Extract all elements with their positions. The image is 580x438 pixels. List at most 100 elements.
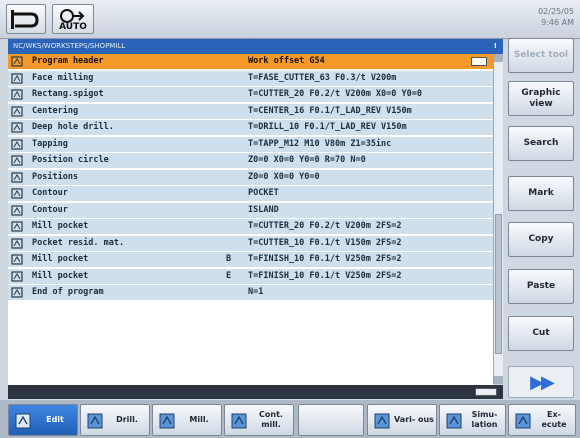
positions-icon — [11, 171, 23, 183]
scroll-up-arrow[interactable] — [494, 54, 503, 62]
step-view-icon[interactable] — [471, 57, 487, 66]
step-name: Position circle — [32, 155, 109, 165]
program-step-row[interactable]: Tapping T=TAPP_M12 M10 V80m Z1=35inc — [8, 136, 493, 153]
program-step-row[interactable]: Contour POCKET — [8, 186, 493, 202]
softkey-label: Select tool — [513, 50, 569, 60]
end-program-icon — [11, 287, 23, 298]
step-name: Program header — [32, 56, 104, 66]
step-name: Contour — [32, 204, 68, 215]
step-name: Rectang.spigot — [32, 89, 104, 99]
softkey-label: Edit — [46, 415, 64, 424]
softkey-drill[interactable]: Drill. — [80, 404, 150, 436]
softkey-label — [325, 405, 361, 435]
step-name: Tapping — [32, 138, 68, 149]
softkey-label: Copy — [528, 234, 554, 244]
softkey-label: Cont. mill. — [259, 410, 283, 429]
simulation-icon — [446, 413, 462, 429]
softkey-search[interactable]: Search — [508, 126, 574, 161]
softkey-label: Cut — [532, 328, 550, 338]
mill-icon — [159, 413, 175, 429]
mill-pocket-icon — [11, 270, 23, 282]
horizontal-status-bar — [8, 385, 503, 399]
softkey-edit[interactable]: Edit — [8, 404, 78, 436]
step-parameters: T=FINISH_10 F0.1/t V250m 2FS=2 — [248, 270, 402, 281]
step-parameters: T=TAPP_M12 M10 V80m Z1=35inc — [248, 138, 392, 149]
auto-mode-button[interactable]: AUTO — [52, 4, 94, 34]
step-parameters: Z0=0 X0=0 Y0=0 R=70 N=0 — [248, 155, 366, 165]
clock-date: 02/25/05 — [538, 7, 574, 16]
softkey-cont-mill[interactable]: Cont. mill. — [224, 404, 294, 436]
program-step-row[interactable]: End of program N=1 — [8, 285, 493, 301]
step-parameters: T=CUTTER_20 F0.2/t V200m 2FS=2 — [248, 221, 402, 231]
softkey-label: Graphic view — [521, 87, 561, 109]
auto-mode-label: AUTO — [59, 22, 87, 32]
step-name: Deep hole drill. — [32, 122, 114, 132]
program-step-row[interactable]: Program header Work offset G54 — [8, 54, 493, 70]
double-arrow-right-icon: ▶▶ — [530, 371, 555, 393]
step-parameters: T=DRILL_10 F0.1/T_LAD_REV V150m — [248, 122, 407, 132]
contour-icon — [11, 188, 23, 199]
program-step-row[interactable]: Rectang.spigot T=CUTTER_20 F0.2/t V200m X… — [8, 87, 493, 103]
softkey-label: Mill. — [189, 415, 209, 424]
step-name: Mill pocket — [32, 270, 89, 281]
scroll-down-arrow[interactable] — [494, 376, 503, 384]
mini-window-icon[interactable] — [475, 388, 497, 396]
step-parameters: T=FASE_CUTTER_63 F0.3/t V200m — [248, 72, 397, 83]
softkey-graphic-view[interactable]: Graphic view — [508, 81, 574, 116]
mill-pocket-icon — [11, 221, 23, 232]
program-step-row[interactable]: Positions Z0=0 X0=0 Y0=0 — [8, 169, 493, 186]
step-name: Pocket resid. mat. — [32, 237, 125, 248]
softkey-simu-lation[interactable]: Simu- lation — [439, 404, 506, 436]
edit-icon — [15, 413, 31, 429]
softkey-select-tool[interactable]: Select tool — [508, 38, 574, 73]
clock: 02/25/05 9:46 AM — [538, 6, 574, 28]
step-parameters: ISLAND — [248, 204, 279, 215]
program-step-row[interactable]: Mill pocket B T=FINISH_10 F0.1/t V250m 2FS… — [8, 252, 493, 268]
back-button[interactable] — [6, 4, 46, 34]
position-circle-icon — [11, 155, 23, 166]
step-parameters: Z0=0 X0=0 Y0=0 — [248, 171, 320, 182]
program-step-row[interactable]: Pocket resid. mat. T=CUTTER_10 F0.1/t V15… — [8, 235, 493, 252]
program-step-row[interactable]: Contour ISLAND — [8, 202, 493, 219]
step-parameters: T=CENTER_16 F0.1/T_LAD_REV V150m — [248, 105, 412, 116]
step-parameters: N=1 — [248, 287, 264, 297]
program-step-row[interactable]: Centering T=CENTER_16 F0.1/T_LAD_REV V150… — [8, 103, 493, 120]
vertical-scrollbar[interactable] — [493, 54, 503, 384]
program-step-row[interactable]: Deep hole drill. T=DRILL_10 F0.1/T_LAD_RE… — [8, 120, 493, 136]
alert-indicator: ! — [493, 42, 497, 50]
step-name: Mill pocket — [32, 254, 89, 264]
step-parameters: T=CUTTER_10 F0.1/t V150m 2FS=2 — [248, 237, 402, 248]
softkey-mark[interactable]: Mark — [508, 176, 574, 211]
contour-icon — [11, 204, 23, 216]
deep-hole-drill-icon — [11, 122, 23, 133]
more-softkeys-button[interactable]: ▶▶ — [508, 366, 574, 398]
tapping-icon — [11, 138, 23, 150]
softkey-mill[interactable]: Mill. — [152, 404, 222, 436]
softkey-vari-ous[interactable]: Vari- ous — [367, 404, 437, 436]
step-name: Positions — [32, 171, 79, 182]
shopmill-screen: AUTO 02/25/05 9:46 AM NC/WKS/WORKSTEPS/S… — [0, 0, 580, 438]
step-marker: E — [226, 270, 232, 281]
program-step-row[interactable]: Mill pocket E T=FINISH_10 F0.1/t V250m 2FS… — [8, 268, 493, 285]
scrollbar-thumb[interactable] — [495, 214, 502, 354]
program-step-row[interactable]: Face milling T=FASE_CUTTER_63 F0.3/t V200… — [8, 70, 493, 87]
softkey-label: Ex- ecute — [541, 410, 567, 429]
softkey-label: Search — [523, 138, 559, 148]
return-arrow-icon — [11, 10, 39, 29]
mill-pocket-icon — [11, 254, 23, 265]
softkey-cut[interactable]: Cut — [508, 316, 574, 351]
softkey-label: Mark — [528, 188, 554, 198]
softkey-label: Drill. — [116, 415, 138, 424]
softkey-ex-ecute[interactable]: Ex- ecute — [508, 404, 576, 436]
program-step-row[interactable]: Position circle Z0=0 X0=0 Y0=0 R=70 N=0 — [8, 153, 493, 169]
softkey-paste[interactable]: Paste — [508, 269, 574, 304]
rect-spigot-icon — [11, 89, 23, 100]
step-name: Centering — [32, 105, 79, 116]
softkey-copy[interactable]: Copy — [508, 222, 574, 257]
step-parameters: POCKET — [248, 188, 279, 198]
top-bar: AUTO 02/25/05 9:46 AM — [0, 0, 580, 39]
step-name: Face milling — [32, 72, 94, 83]
program-step-row[interactable]: Mill pocket T=CUTTER_20 F0.2/t V200m 2FS=… — [8, 219, 493, 235]
softkey-empty[interactable] — [298, 404, 364, 436]
step-marker: B — [226, 254, 232, 264]
